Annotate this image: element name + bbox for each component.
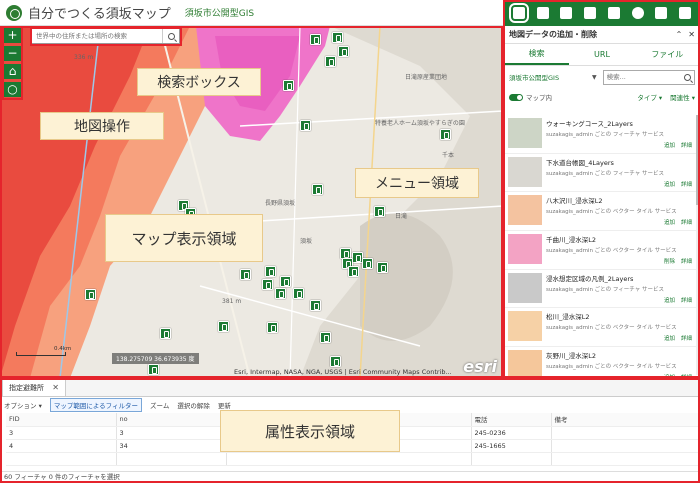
app-window: 自分でつくる須坂マップ 須坂市公開型GIS 千本 日滝原産業団地 特養老人ホーム…: [0, 0, 700, 483]
annotation-map-ops: 地図操作: [40, 112, 164, 140]
app-title: 自分でつくる須坂マップ: [28, 7, 171, 22]
annotation-search: 検索ボックス: [137, 68, 261, 96]
menu-area-outline: [503, 0, 700, 378]
app-subtitle: 須坂市公開型GIS: [184, 9, 255, 19]
annotation-menu: メニュー領域: [355, 168, 479, 198]
search-outline: [30, 27, 182, 46]
annotation-map-area: マップ表示領域: [105, 214, 263, 262]
app-header: 自分でつくる須坂マップ 須坂市公開型GIS: [0, 0, 503, 26]
app-logo-icon: [6, 4, 22, 21]
annotation-attr-area: 属性表示領域: [220, 410, 400, 452]
map-tools-outline: [2, 26, 23, 100]
